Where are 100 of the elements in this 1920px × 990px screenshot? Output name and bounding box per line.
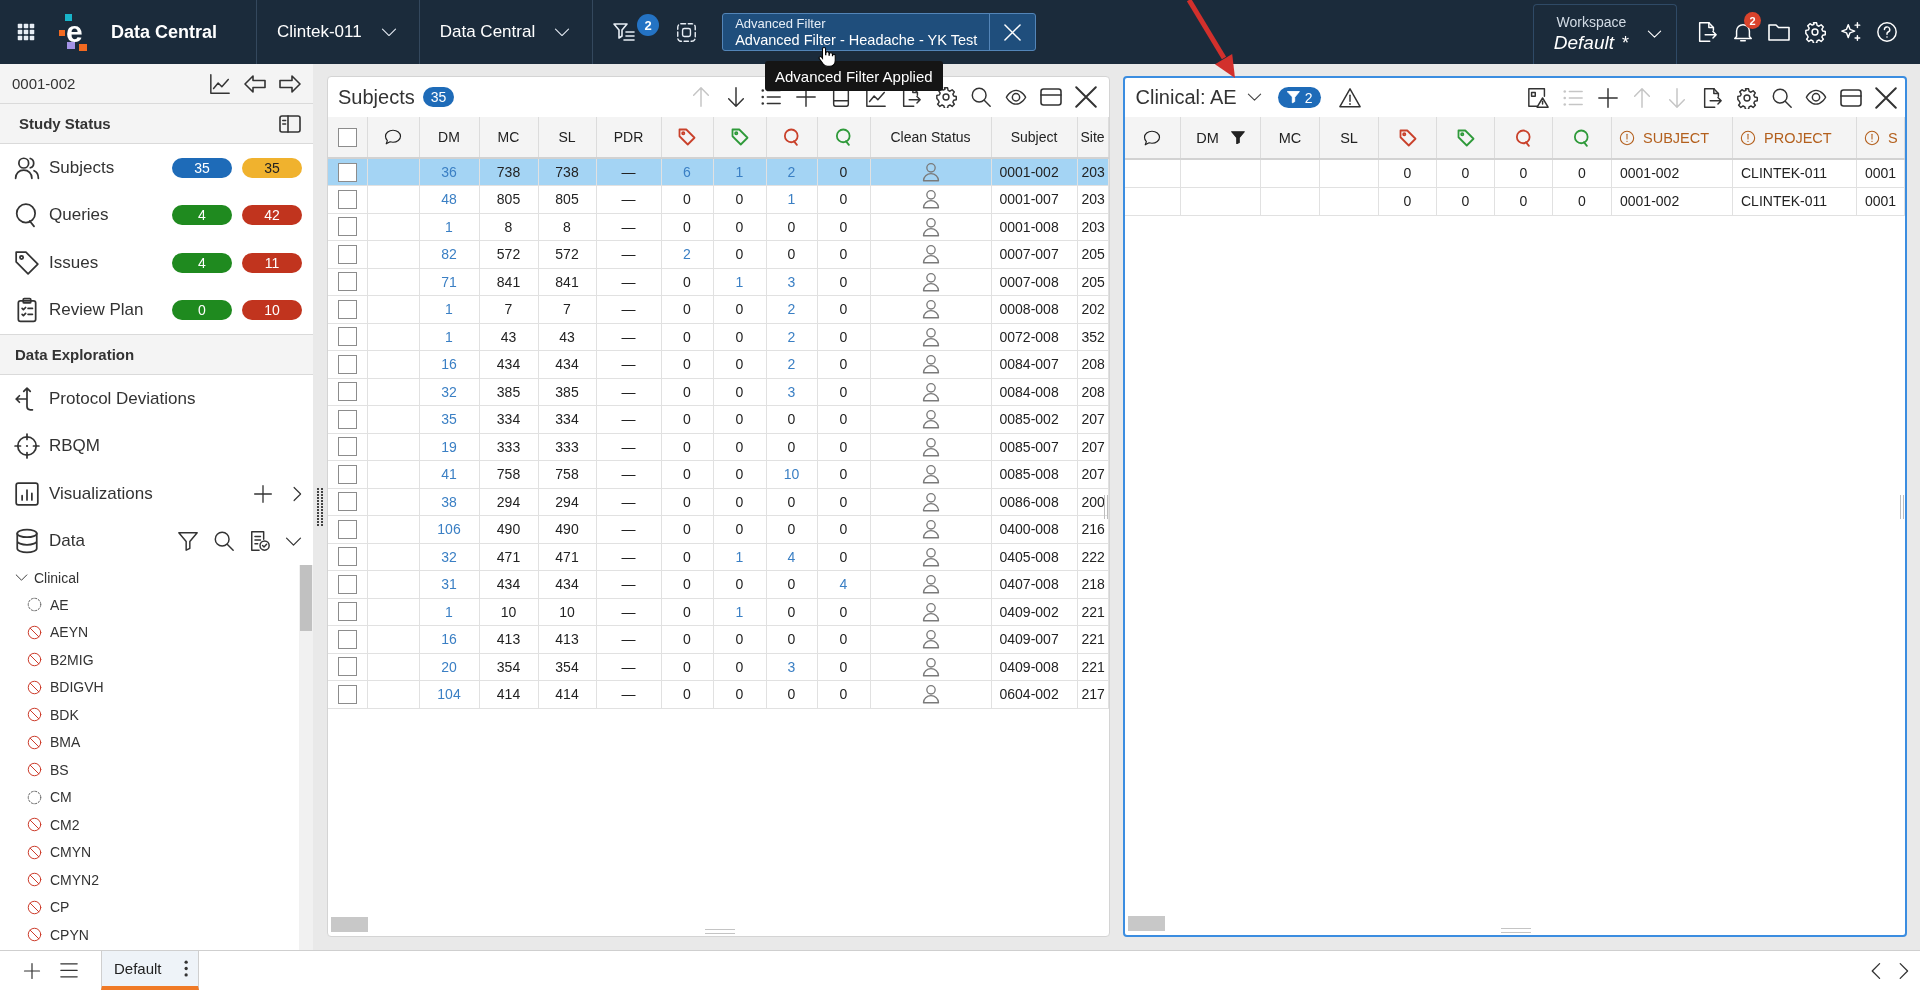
close-icon[interactable] (1875, 86, 1897, 109)
count-link[interactable]: 41 (441, 466, 457, 483)
settings-icon[interactable] (1735, 86, 1758, 109)
column-header[interactable]: SL (1319, 117, 1379, 159)
tree-item[interactable]: AEYN (50, 624, 89, 641)
count-link[interactable]: 20 (441, 658, 457, 675)
settings-icon[interactable] (934, 86, 957, 108)
more-icon[interactable] (183, 960, 188, 977)
resize-handle[interactable] (1103, 494, 1108, 519)
row-checkbox[interactable] (337, 657, 357, 677)
tag-icon[interactable] (678, 128, 696, 146)
image-warning-icon[interactable] (1527, 86, 1550, 109)
table-row[interactable]: 106 490 490 — 0 0 0 0 0400-008 216 (328, 515, 1108, 543)
count-link[interactable]: 1 (787, 191, 796, 208)
table-row[interactable]: 48 805 805 — 0 0 1 0 0001-007 203 (328, 185, 1108, 213)
resize-handle[interactable] (1900, 494, 1904, 519)
row-checkbox[interactable] (337, 519, 357, 539)
chevron-down-icon[interactable] (15, 574, 28, 582)
column-header[interactable]: Site (1077, 117, 1108, 158)
column-header[interactable]: MC (479, 117, 538, 158)
count-link[interactable]: 1 (445, 218, 453, 235)
list-icon[interactable] (759, 86, 782, 108)
menu-icon[interactable] (60, 963, 78, 978)
table-row[interactable]: 32 385 385 — 0 0 3 0 0084-008 208 (328, 378, 1108, 406)
chevron-down-icon[interactable] (285, 536, 302, 546)
search-icon[interactable] (969, 86, 992, 108)
tag-icon[interactable] (1398, 128, 1417, 147)
row-checkbox[interactable] (337, 272, 357, 292)
export-icon[interactable] (1701, 86, 1723, 109)
count-link[interactable]: 71 (441, 273, 457, 290)
count-link[interactable]: 1 (445, 301, 453, 318)
q-icon[interactable] (834, 128, 853, 146)
count-link[interactable]: 3 (787, 658, 796, 675)
table-row[interactable]: 16 413 413 — 0 0 0 0 0409-007 221 (328, 625, 1108, 653)
select-all-checkbox[interactable] (337, 127, 357, 147)
sparkle-icon[interactable] (1840, 21, 1862, 43)
row-checkbox[interactable] (337, 574, 357, 594)
column-header[interactable]: PROJECT (1732, 117, 1857, 159)
help-icon[interactable] (1876, 21, 1898, 43)
count-link[interactable]: 2 (683, 246, 691, 263)
table-row[interactable]: 38 294 294 — 0 0 0 0 0086-008 200 (328, 488, 1108, 516)
scrollbar-thumb[interactable] (331, 917, 368, 932)
arrow-left-icon[interactable] (244, 74, 266, 93)
filter-icon[interactable] (177, 530, 199, 553)
resize-grip[interactable] (1501, 928, 1532, 933)
scrollbar-thumb[interactable] (1127, 916, 1165, 931)
count-link[interactable]: 31 (441, 576, 457, 593)
tree-item[interactable]: CM2 (50, 816, 80, 833)
nav-item[interactable]: Queries (49, 205, 109, 226)
count-link[interactable]: 35 (441, 411, 457, 428)
dashed-square-icon[interactable] (676, 21, 698, 43)
comment-icon[interactable] (1143, 128, 1162, 147)
workspace-selector[interactable]: Workspace Default * (1532, 4, 1677, 64)
row-checkbox[interactable] (337, 244, 357, 264)
resize-grip[interactable] (704, 929, 735, 934)
scrollbar-thumb[interactable] (300, 565, 312, 631)
tree-item[interactable]: BS (50, 761, 69, 778)
export-icon[interactable] (1696, 21, 1718, 43)
count-link[interactable]: 1 (735, 548, 744, 565)
table-row[interactable]: 1 8 8 — 0 0 0 0 0001-008 203 (328, 213, 1108, 241)
folder-icon[interactable] (1768, 23, 1790, 41)
row-checkbox[interactable] (337, 354, 357, 374)
count-link[interactable]: 19 (441, 438, 457, 455)
column-header[interactable]: Clean Status (870, 117, 991, 158)
count-link[interactable]: 1 (445, 328, 453, 345)
column-header[interactable]: DM (419, 117, 479, 158)
filter-list-icon[interactable] (612, 20, 637, 44)
nav-item[interactable]: Visualizations (49, 483, 153, 504)
count-link[interactable]: 32 (441, 548, 457, 565)
count-link[interactable]: 1 (735, 273, 744, 290)
filter-icon[interactable] (1230, 130, 1245, 145)
filter-button[interactable]: 2 (1277, 87, 1322, 108)
count-link[interactable]: 4 (787, 548, 796, 565)
table-row[interactable]: 19 333 333 — 0 0 0 0 0085-007 207 (328, 433, 1108, 461)
search-icon[interactable] (1770, 86, 1793, 109)
count-link[interactable]: 2 (787, 301, 796, 318)
count-badge[interactable]: 11 (242, 252, 302, 273)
table-row[interactable]: 1 10 10 — 0 1 0 0 0409-002 221 (328, 598, 1108, 626)
tree-item[interactable]: CMYN2 (50, 871, 99, 888)
table-row[interactable]: 82 572 572 — 2 0 0 0 0007-007 205 (328, 240, 1108, 268)
count-link[interactable]: 48 (441, 191, 457, 208)
table-row[interactable]: 16 434 434 — 0 0 2 0 0084-007 208 (328, 350, 1108, 378)
dropdown[interactable]: Data Central (419, 0, 594, 64)
count-link[interactable]: 2 (787, 328, 796, 345)
count-badge[interactable]: 4 (172, 205, 232, 226)
window-icon[interactable] (1039, 88, 1062, 106)
nav-item[interactable]: Subjects (49, 157, 115, 178)
tree-item[interactable]: CM (50, 789, 72, 806)
tree-item[interactable]: CPYN (50, 926, 89, 943)
filter-name[interactable]: Advanced Filter - Headache - YK Test (735, 30, 978, 49)
row-checkbox[interactable] (337, 217, 357, 237)
warning-icon[interactable] (1339, 86, 1362, 109)
count-link[interactable]: 38 (441, 493, 457, 510)
count-link[interactable]: 3 (787, 273, 796, 290)
table-row[interactable]: 36 738 738 — 6 1 2 0 0001-002 203 (328, 158, 1108, 186)
table-row[interactable]: 1 7 7 — 0 0 2 0 0008-008 202 (328, 295, 1108, 323)
nav-item[interactable]: Protocol Deviations (49, 388, 196, 409)
count-badge[interactable]: 4 (172, 252, 232, 273)
row-checkbox[interactable] (337, 327, 357, 347)
count-badge[interactable]: 35 (172, 157, 232, 178)
